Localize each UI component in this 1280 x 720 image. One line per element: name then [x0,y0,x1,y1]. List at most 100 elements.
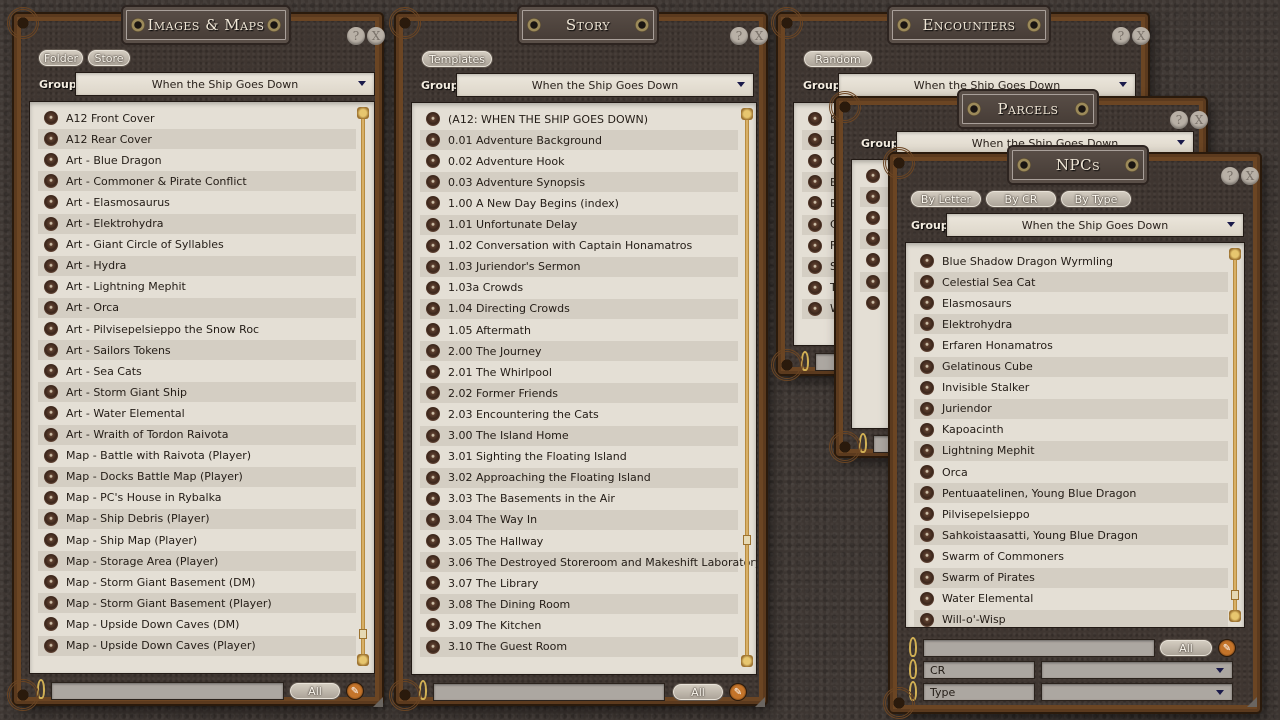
list-item[interactable]: Elektrohydra [914,314,1228,335]
type-filter-dropdown[interactable] [1041,683,1233,701]
all-button[interactable]: All [1159,639,1213,657]
link-bullet-icon[interactable] [426,576,440,591]
link-bullet-icon[interactable] [920,359,934,374]
link-bullet-icon[interactable] [44,511,58,526]
link-bullet-icon[interactable] [920,570,934,585]
list-item[interactable]: Map - Storm Giant Basement (DM) [38,572,356,592]
list-item[interactable]: Invisible Stalker [914,378,1228,398]
list-item[interactable]: Map - Storage Area (Player) [38,551,356,572]
close-button[interactable]: X [1241,167,1259,185]
link-bullet-icon[interactable] [866,253,880,268]
list-item[interactable]: Juriendor [914,398,1228,419]
link-bullet-icon[interactable] [920,401,934,416]
link-bullet-icon[interactable] [426,301,440,316]
link-bullet-icon[interactable] [44,111,58,125]
link-bullet-icon[interactable] [808,133,822,148]
list-item[interactable]: 3.02 Approaching the Floating Island [420,467,738,488]
list-item[interactable]: Art - Elektrohydra [38,213,356,234]
all-button[interactable]: All [672,683,724,701]
link-bullet-icon[interactable] [44,237,58,252]
link-bullet-icon[interactable] [44,385,58,400]
list-item[interactable]: 1.00 A New Day Begins (index) [420,193,738,213]
link-bullet-icon[interactable] [866,274,880,289]
list-item[interactable]: 3.00 The Island Home [420,425,738,446]
help-button[interactable]: ? [1221,167,1239,185]
close-button[interactable]: X [1132,27,1150,45]
list-item[interactable]: Erfaren Honamatros [914,335,1228,355]
scroll-bottom-icon[interactable] [357,654,369,666]
link-bullet-icon[interactable] [426,280,440,295]
list-item[interactable]: Art - Blue Dragon [38,150,356,170]
link-bullet-icon[interactable] [426,534,440,548]
link-bullet-icon[interactable] [426,133,440,148]
list-item[interactable]: Art - Water Elemental [38,403,356,423]
link-bullet-icon[interactable] [426,344,440,359]
list-item[interactable]: 3.09 The Kitchen [420,615,738,635]
link-bullet-icon[interactable] [920,549,934,564]
group-dropdown[interactable]: When the Ship Goes Down [75,72,375,96]
link-bullet-icon[interactable] [808,154,822,169]
random-button[interactable]: Random [803,50,873,68]
list-item[interactable]: Art - Wraith of Tordon Raivota [38,424,356,445]
list-item[interactable]: Art - Pilvisepelsieppo the Snow Roc [38,319,356,339]
link-bullet-icon[interactable] [426,491,440,506]
link-bullet-icon[interactable] [866,169,880,183]
list-item[interactable]: Art - Commoner & Pirate Conflict [38,171,356,192]
pencil-icon[interactable]: ✎ [346,682,364,700]
list-item[interactable]: Pilvisepelsieppo [914,504,1228,524]
scroll-thumb[interactable] [1231,590,1239,600]
link-bullet-icon[interactable] [920,528,934,543]
link-bullet-icon[interactable] [44,132,58,147]
link-bullet-icon[interactable] [426,597,440,612]
link-bullet-icon[interactable] [426,196,440,211]
link-bullet-icon[interactable] [808,217,822,232]
link-bullet-icon[interactable] [808,175,822,190]
list-item[interactable]: Art - Sailors Tokens [38,340,356,361]
link-bullet-icon[interactable] [44,533,58,547]
scroll-top-icon[interactable] [741,108,753,120]
list-item[interactable]: 1.04 Directing Crowds [420,298,738,319]
list-item[interactable]: Map - Upside Down Caves (DM) [38,614,356,634]
scroll-bottom-icon[interactable] [741,655,753,667]
help-button[interactable]: ? [1170,111,1188,129]
link-bullet-icon[interactable] [44,279,58,294]
search-input[interactable] [51,682,284,700]
list-item[interactable]: 3.10 The Guest Room [420,636,738,657]
link-bullet-icon[interactable] [866,211,880,226]
link-bullet-icon[interactable] [920,254,934,268]
link-bullet-icon[interactable] [44,258,58,273]
pencil-icon[interactable]: ✎ [1218,639,1236,657]
list-item[interactable]: Sahkoistaasatti, Young Blue Dragon [914,525,1228,546]
list-item[interactable]: Swarm of Pirates [914,567,1228,588]
list-item[interactable]: Map - Ship Map (Player) [38,530,356,550]
link-bullet-icon[interactable] [808,196,822,211]
link-bullet-icon[interactable] [44,596,58,611]
link-bullet-icon[interactable] [426,217,440,232]
close-button[interactable]: X [1190,111,1208,129]
link-bullet-icon[interactable] [44,406,58,421]
list-item[interactable]: Map - Ship Debris (Player) [38,508,356,529]
scrollbar[interactable] [741,108,753,667]
list-item[interactable]: Art - Hydra [38,255,356,276]
link-bullet-icon[interactable] [44,195,58,210]
link-bullet-icon[interactable] [920,422,934,437]
link-bullet-icon[interactable] [426,259,440,274]
link-bullet-icon[interactable] [920,296,934,311]
list-item[interactable]: Map - Battle with Raivota (Player) [38,446,356,466]
list-item[interactable]: 2.02 Former Friends [420,383,738,404]
link-bullet-icon[interactable] [920,486,934,501]
link-bullet-icon[interactable] [44,490,58,505]
help-button[interactable]: ? [730,27,748,45]
link-bullet-icon[interactable] [866,190,880,205]
list-item[interactable]: Map - Storm Giant Basement (Player) [38,593,356,614]
scroll-bottom-icon[interactable] [1229,610,1241,622]
link-bullet-icon[interactable] [426,323,440,337]
list-item[interactable]: Map - Upside Down Caves (Player) [38,635,356,656]
scroll-top-icon[interactable] [1229,248,1241,260]
link-bullet-icon[interactable] [44,364,58,379]
close-button[interactable]: X [750,27,768,45]
link-bullet-icon[interactable] [44,322,58,336]
link-bullet-icon[interactable] [920,317,934,332]
link-bullet-icon[interactable] [426,470,440,485]
link-bullet-icon[interactable] [44,174,58,189]
